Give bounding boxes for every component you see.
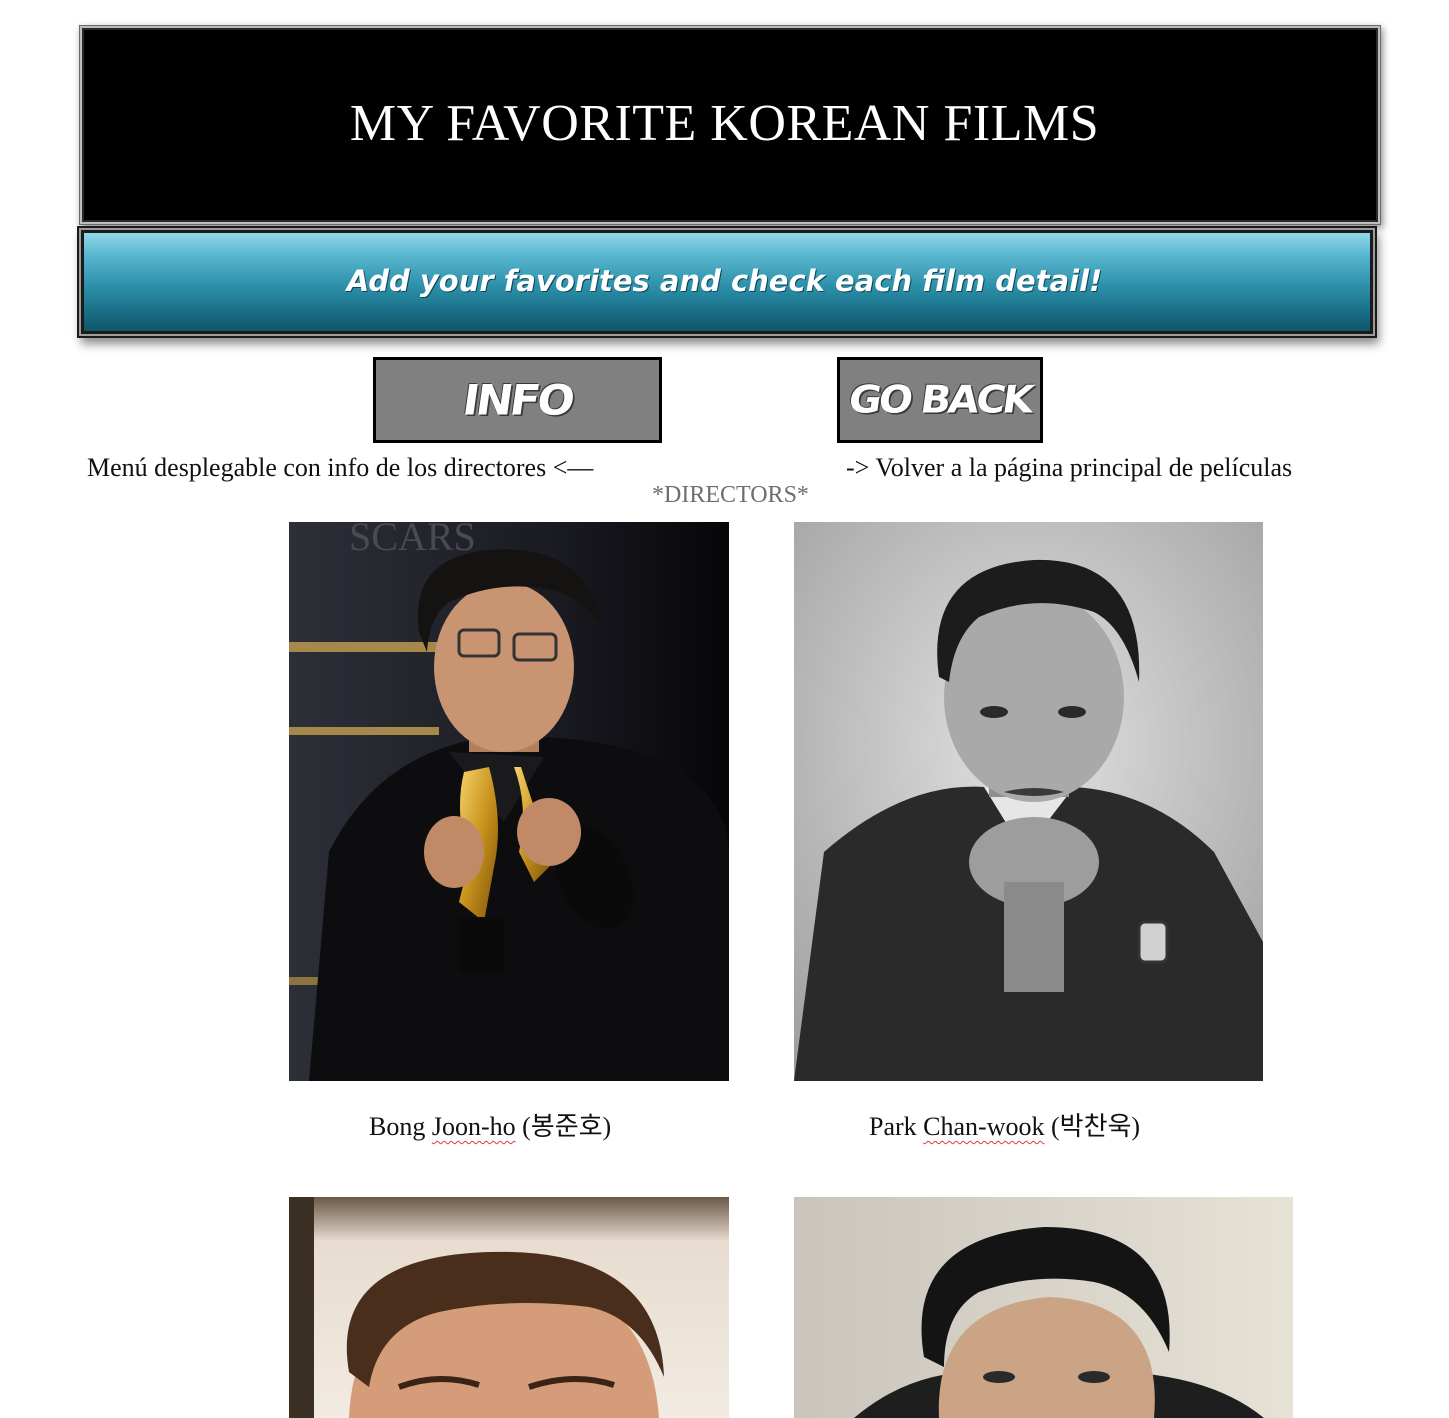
go-back-button-label: GO BACK — [846, 378, 1034, 422]
info-button-label: INFO — [459, 375, 576, 425]
director-last-name: Chan-wook — [923, 1112, 1045, 1141]
director-photo-third-image — [289, 1197, 729, 1418]
director-first-name: Bong — [369, 1112, 426, 1141]
director-first-name: Park — [869, 1112, 917, 1141]
section-title: *DIRECTORS* — [652, 482, 809, 508]
svg-text:SCARS: SCARS — [349, 522, 476, 559]
page-title: MY FAVORITE KOREAN FILMS — [349, 95, 1100, 152]
director-photo-fourth-image — [794, 1197, 1293, 1418]
subtitle-text: Add your favorites and check each film d… — [346, 264, 1103, 298]
director-photo-park[interactable] — [794, 522, 1263, 1081]
director-korean-name: (봉준호) — [522, 1112, 612, 1141]
director-korean-name: (박찬욱) — [1051, 1112, 1141, 1141]
director-photo-bong[interactable]: SCARS — [289, 522, 729, 1081]
director-photo-park-image — [794, 522, 1263, 1081]
director-name-bong: Bong Joon-ho (봉준호) — [369, 1110, 611, 1144]
director-photo-fourth[interactable] — [794, 1197, 1293, 1418]
director-photo-bong-image: SCARS — [289, 522, 729, 1081]
director-photo-third[interactable] — [289, 1197, 729, 1418]
director-last-name: Joon-ho — [431, 1112, 516, 1141]
go-back-hint-text: -> Volver a la página principal de pelíc… — [846, 453, 1293, 482]
go-back-button[interactable]: GO BACK — [837, 357, 1043, 443]
info-button[interactable]: INFO — [373, 357, 662, 443]
director-name-park: Park Chan-wook (박찬욱) — [869, 1110, 1140, 1144]
info-hint-text: Menú desplegable con info de los directo… — [87, 453, 594, 482]
